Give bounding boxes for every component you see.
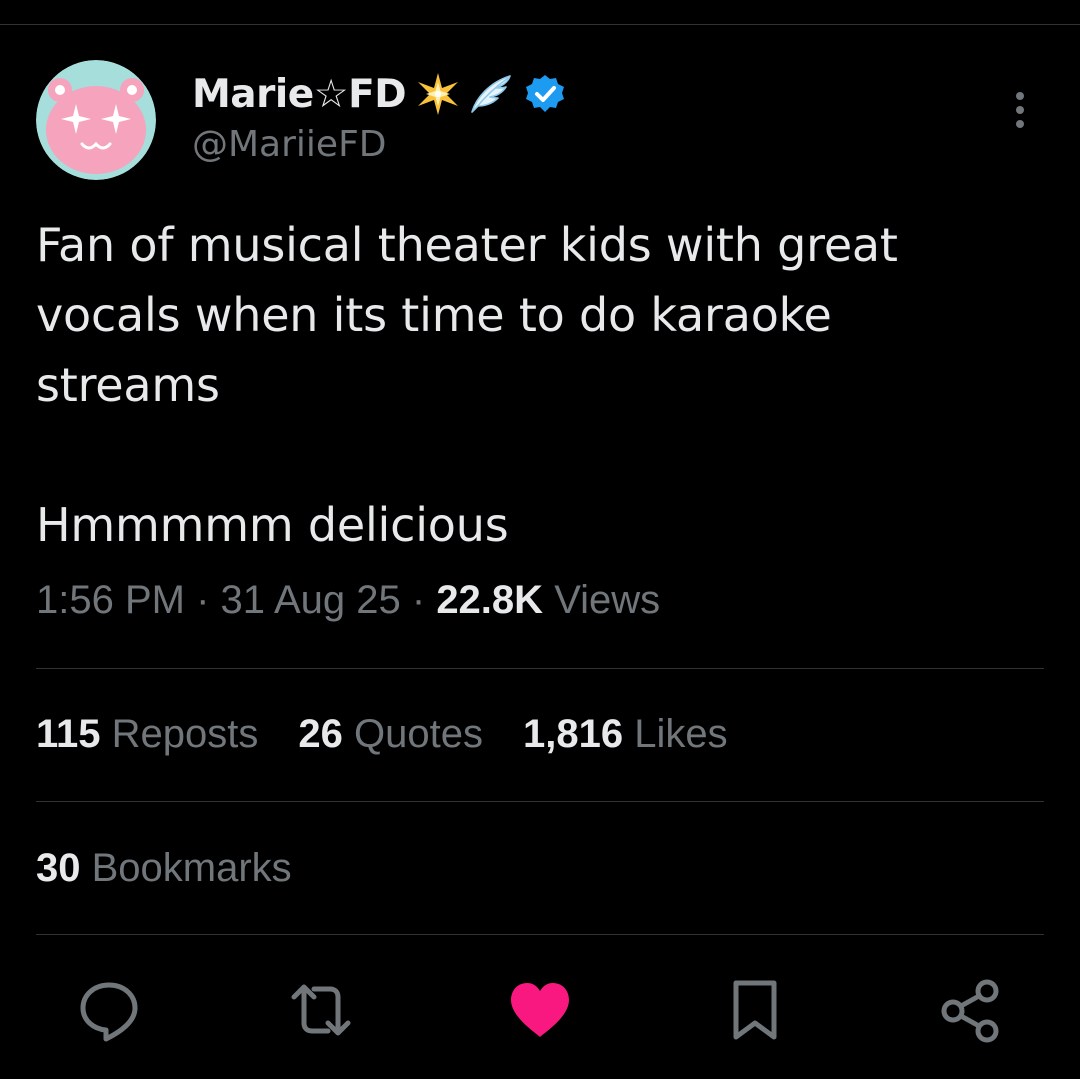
action-bar bbox=[0, 975, 1080, 1045]
post-stats: 115 Reposts 26 Quotes 1,816 Likes bbox=[36, 712, 768, 757]
post-date[interactable]: 31 Aug 25 bbox=[221, 578, 401, 622]
quotes-label: Quotes bbox=[354, 712, 483, 756]
display-name[interactable]: Marie☆FD bbox=[192, 72, 407, 117]
divider bbox=[36, 934, 1044, 935]
likes-count: 1,816 bbox=[523, 712, 624, 756]
post-header: Marie☆FD @MariieFD bbox=[192, 70, 566, 165]
repost-icon bbox=[291, 984, 351, 1036]
sparkle-star-icon bbox=[414, 70, 462, 118]
reposts-stat[interactable]: 115 Reposts bbox=[36, 712, 258, 757]
more-options-button[interactable] bbox=[1006, 88, 1034, 132]
share-button[interactable] bbox=[935, 975, 1005, 1045]
bookmark-icon bbox=[733, 980, 777, 1040]
avatar[interactable] bbox=[36, 60, 156, 180]
meta-separator: · bbox=[196, 578, 210, 622]
likes-stat[interactable]: 1,816 Likes bbox=[523, 712, 728, 757]
post-text-line: vocals when its time to do karaoke bbox=[36, 288, 832, 342]
quotes-count: 26 bbox=[298, 712, 343, 756]
bookmarks-stat[interactable]: 30 Bookmarks bbox=[36, 846, 292, 891]
post-text-line: Fan of musical theater kids with great bbox=[36, 218, 898, 272]
handle[interactable]: @MariieFD bbox=[192, 124, 566, 165]
bookmarks-label: Bookmarks bbox=[91, 846, 292, 890]
wing-icon bbox=[466, 70, 514, 118]
verified-badge-icon[interactable] bbox=[524, 73, 566, 115]
more-dots-icon bbox=[1016, 92, 1024, 128]
views-count: 22.8K bbox=[436, 578, 544, 622]
quotes-stat[interactable]: 26 Quotes bbox=[298, 712, 483, 757]
reply-icon bbox=[80, 982, 138, 1042]
post-meta: 1:56 PM · 31 Aug 25 · 22.8K Views bbox=[36, 578, 660, 623]
share-icon bbox=[941, 979, 999, 1043]
repost-button[interactable] bbox=[286, 975, 356, 1045]
post-text-line: streams bbox=[36, 358, 220, 412]
post-text-line: Hmmmmm delicious bbox=[36, 498, 509, 552]
post-time[interactable]: 1:56 PM bbox=[36, 578, 185, 622]
reposts-count: 115 bbox=[36, 712, 101, 756]
reposts-label: Reposts bbox=[111, 712, 259, 756]
divider bbox=[36, 801, 1044, 802]
meta-separator: · bbox=[411, 578, 426, 622]
top-divider bbox=[0, 24, 1080, 25]
like-button[interactable] bbox=[505, 975, 575, 1045]
bookmark-button[interactable] bbox=[720, 975, 790, 1045]
name-row: Marie☆FD bbox=[192, 70, 566, 118]
reply-button[interactable] bbox=[74, 975, 144, 1045]
post-text: Fan of musical theater kids with great v… bbox=[36, 210, 1046, 560]
views-label: Views bbox=[554, 578, 661, 622]
likes-label: Likes bbox=[634, 712, 728, 756]
like-icon bbox=[511, 983, 569, 1037]
bookmarks-count: 30 bbox=[36, 846, 81, 890]
divider bbox=[36, 668, 1044, 669]
avatar-image bbox=[36, 60, 156, 180]
